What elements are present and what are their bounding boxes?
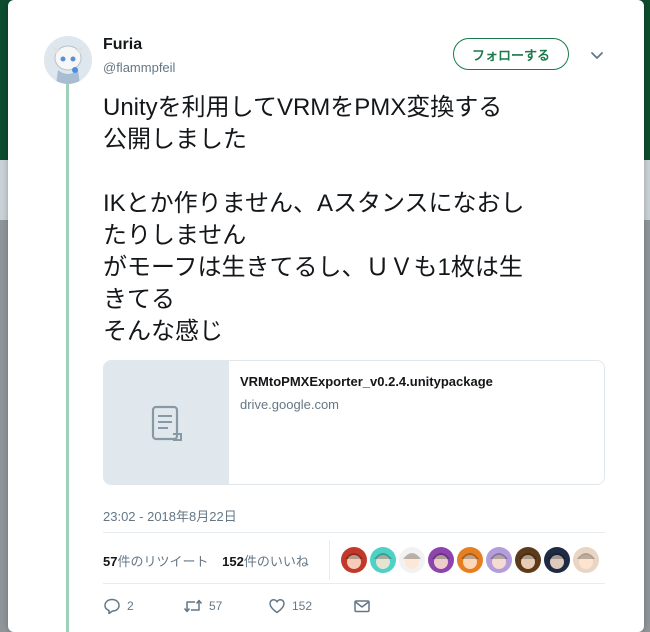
divider xyxy=(103,583,605,584)
divider xyxy=(103,532,605,533)
tweet-card: Furia @flammpfeil フォローする Unityを利用してVRMをP… xyxy=(8,0,644,632)
like-stat-count: 152 xyxy=(222,554,244,569)
liker-avatar-2[interactable] xyxy=(370,547,396,573)
link-card-thumbnail xyxy=(104,361,229,484)
display-name[interactable]: Furia xyxy=(103,36,142,54)
link-card[interactable]: VRMtoPMXExporter_v0.2.4.unitypackage dri… xyxy=(103,360,605,485)
like-stat-label: 件のいいね xyxy=(243,554,309,569)
liker-avatar-6[interactable] xyxy=(486,547,512,573)
retweet-stat-label: 件のリツイート xyxy=(117,554,209,569)
tweet-text: Unityを利用してVRMをPMX変換する 公開しました IKとか作りません、A… xyxy=(103,94,525,345)
reply-icon xyxy=(104,598,120,615)
follow-button[interactable]: フォローする xyxy=(453,38,569,70)
link-card-domain: drive.google.com xyxy=(240,397,339,412)
liker-avatar-4[interactable] xyxy=(428,547,454,573)
heart-icon xyxy=(269,599,285,614)
liker-avatar-7[interactable] xyxy=(515,547,541,573)
chevron-down-icon[interactable] xyxy=(588,46,606,64)
stats-separator xyxy=(329,540,330,580)
avatar[interactable] xyxy=(44,36,92,84)
retweet-button[interactable]: 57 xyxy=(183,597,268,615)
liker-avatar-1[interactable] xyxy=(341,547,367,573)
link-card-title: VRMtoPMXExporter_v0.2.4.unitypackage xyxy=(240,374,493,389)
liker-avatar-8[interactable] xyxy=(544,547,570,573)
retweet-stat-count: 57 xyxy=(103,554,118,569)
liker-avatar-5[interactable] xyxy=(457,547,483,573)
tweet-stats: 57件のリツイート 152件のいいね xyxy=(103,551,319,570)
reply-button[interactable]: 2 xyxy=(103,597,183,615)
retweet-icon xyxy=(183,599,203,613)
retweet-stat[interactable]: 57件のリツイート xyxy=(103,554,208,569)
like-count: 152 xyxy=(292,599,313,613)
message-button[interactable] xyxy=(353,597,377,615)
tweet-timestamp[interactable]: 23:02 - 2018年8月22日 xyxy=(103,506,237,525)
like-button[interactable]: 152 xyxy=(268,597,353,615)
tweet-actions: 2 57 152 xyxy=(103,596,377,616)
retweet-count: 57 xyxy=(209,599,223,613)
thread-line xyxy=(66,82,69,632)
document-icon xyxy=(151,405,182,441)
liker-avatar-3[interactable] xyxy=(399,547,425,573)
liker-avatar-9[interactable] xyxy=(573,547,599,573)
envelope-icon xyxy=(354,600,370,613)
liker-avatars xyxy=(341,547,602,573)
like-stat[interactable]: 152件のいいね xyxy=(222,554,309,569)
reply-count: 2 xyxy=(127,599,134,613)
user-handle[interactable]: @flammpfeil xyxy=(103,60,175,75)
